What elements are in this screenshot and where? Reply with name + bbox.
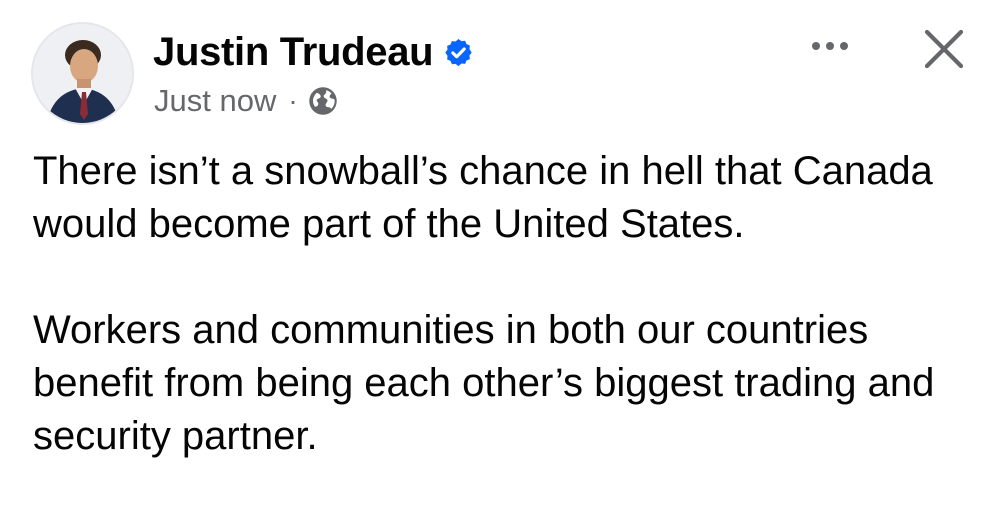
more-options-icon[interactable] [808,34,852,58]
post-card: Justin Trudeau Just now · There isn’t a … [0,0,1000,506]
post-paragraph: There isn’t a snowball’s chance in hell … [33,149,944,246]
avatar[interactable] [31,22,134,125]
post-header-author: Justin Trudeau [153,26,474,78]
post-paragraph: Workers and communities in both our coun… [33,308,946,458]
post-meta: Just now · [154,82,338,120]
verified-badge-icon [443,37,474,68]
profile-photo [33,24,132,123]
globe-icon[interactable] [308,86,338,116]
post-body: There isn’t a snowball’s chance in hell … [33,145,973,463]
close-icon[interactable] [921,26,967,72]
meta-separator: · [288,85,298,116]
author-name[interactable]: Justin Trudeau [153,30,434,75]
post-timestamp[interactable]: Just now [154,83,276,119]
